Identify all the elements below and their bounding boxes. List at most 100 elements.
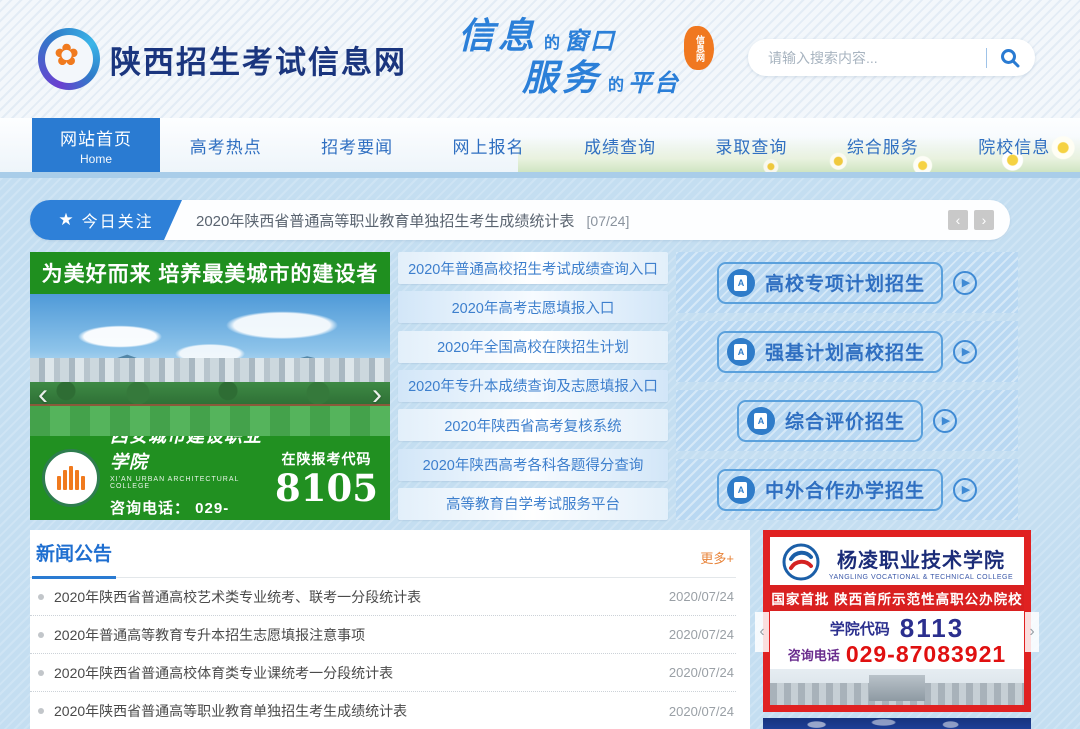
news-item-text: 2020年普通高等教育专升本招生志愿填报注意事项 [54, 625, 657, 645]
quick-link[interactable]: 2020年全国高校在陕招生计划 [398, 331, 668, 363]
nav-home-sub: Home [80, 152, 112, 166]
special-admission-button: A 高校专项计划招生 [717, 262, 943, 304]
ticker-date: [07/24] [587, 213, 630, 229]
chevron-left-icon: ‹ [956, 213, 961, 227]
nav-item[interactable]: 网上报名 [423, 118, 554, 172]
campus-photo: ‹ › [30, 294, 390, 436]
special-admission-label: 强基计划高校招生 [765, 338, 925, 365]
bullet-icon [38, 708, 44, 714]
carousel-college-footer: 西安城市建设职业学院 XI'AN URBAN ARCHITECTURAL COL… [30, 436, 390, 520]
college-ad-banner[interactable]: 杨凌职业技术学院 YANGLING VOCATIONAL & TECHNICAL… [763, 530, 1031, 712]
news-list: 2020年陕西省普通高校艺术类专业统考、联考一分段统计表 2020/07/24 … [30, 578, 736, 729]
news-list-item[interactable]: 2020年陕西省普通高校艺术类专业统考、联考一分段统计表 2020/07/24 [30, 578, 736, 616]
ticker-headline[interactable]: 2020年陕西省普通高等职业教育单独招生考生成绩统计表 [07/24] [196, 210, 948, 231]
college-phone: 咨询电话： 029-89026666 [110, 497, 265, 521]
today-focus-pill[interactable]: ★ 今日关注 [30, 200, 182, 240]
trees-graphic [30, 382, 390, 404]
search-button[interactable] [997, 45, 1023, 71]
nav-item[interactable]: 院校信息 [949, 118, 1080, 172]
carousel-next-icon[interactable]: › [372, 380, 382, 410]
quick-link[interactable]: 2020年普通高校招生考试成绩查询入口 [398, 252, 668, 284]
ad-code-value: 8113 [900, 613, 964, 644]
carousel-prev-icon[interactable]: ‹ [38, 380, 48, 410]
search-icon [999, 47, 1021, 69]
ad-building-photo [770, 669, 1024, 705]
special-admission-button: A 中外合作办学招生 [717, 469, 943, 511]
college-code: 8105 [275, 469, 378, 508]
special-admission-card[interactable]: A 综合评价招生 ▶ [676, 390, 1018, 451]
ad-phone-label: 咨询电话 [788, 645, 840, 664]
flower-icon: ✿ [54, 38, 79, 73]
ad-tagline: 国家首批 陕西首所示范性高职公办院校 [770, 585, 1024, 611]
special-admission-label: 中外合作办学招生 [765, 476, 925, 503]
news-list-item[interactable]: 2020年陕西省普通高校体育类专业课统考一分段统计表 2020/07/24 [30, 654, 736, 692]
nav-item[interactable]: 录取查询 [686, 118, 817, 172]
carousel-banner-text: 为美好而来 培养最美城市的建设者 [30, 252, 390, 294]
ad-college-name-en: YANGLING VOCATIONAL & TECHNICAL COLLEGE [829, 574, 1013, 581]
yangling-logo-icon [781, 542, 821, 582]
special-admission-card[interactable]: A 高校专项计划招生 ▶ [676, 252, 1018, 313]
special-admission-button: A 综合评价招生 [737, 400, 923, 442]
quick-link[interactable]: 2020年专升本成绩查询及志愿填报入口 [398, 370, 668, 402]
document-icon: A [727, 269, 755, 297]
nav-item[interactable]: 综合服务 [817, 118, 948, 172]
seal-stamp: 信息网 [684, 26, 714, 70]
document-icon: A [727, 476, 755, 504]
news-list-item[interactable]: 2020年普通高等教育专升本招生志愿填报注意事项 2020/07/24 [30, 616, 736, 654]
news-item-text: 2020年陕西省普通高等职业教育单独招生考生成绩统计表 [54, 701, 657, 721]
ticker-controls: ‹ › [948, 210, 994, 230]
quick-link[interactable]: 高等教育自学考试服务平台 [398, 488, 668, 520]
today-focus-bar: ★ 今日关注 2020年陕西省普通高等职业教育单独招生考生成绩统计表 [07/2… [30, 200, 1010, 240]
today-focus-label: 今日关注 [82, 208, 154, 232]
ad-prev-icon[interactable]: ‹ [755, 612, 769, 652]
ticker-next-button[interactable]: › [974, 210, 994, 230]
slogan-line1-small: 的 [544, 36, 560, 52]
ad-next-icon[interactable]: › [1025, 612, 1039, 652]
college-emblem-icon [42, 449, 100, 507]
star-icon: ★ [58, 210, 73, 230]
ad-phone-value: 029-87083921 [846, 641, 1006, 668]
site-logo[interactable]: ✿ 陕西招生考试信息网 [38, 28, 407, 90]
main-content: 为美好而来 培养最美城市的建设者 ‹ › 西安城市建设职业学院 XI'AN UR… [30, 252, 1050, 520]
slogan-line2-big: 服务 [522, 60, 602, 96]
nav-item-home[interactable]: 网站首页 Home [32, 118, 160, 172]
search-divider [986, 48, 987, 68]
news-more-link[interactable]: 更多+ [700, 548, 734, 577]
search-input[interactable] [768, 50, 976, 66]
ticker-headline-text: 2020年陕西省普通高等职业教育单独招生考生成绩统计表 [196, 213, 574, 230]
news-item-date: 2020/07/24 [669, 589, 734, 604]
nav-divider-strip [0, 172, 1080, 178]
quick-link[interactable]: 2020年高考志愿填报入口 [398, 291, 668, 323]
ticker-prev-button[interactable]: ‹ [948, 210, 968, 230]
nav-item[interactable]: 高考热点 [160, 118, 291, 172]
slogan-line2-small: 的 [608, 78, 624, 94]
city-skyline-graphic [30, 358, 390, 384]
main-nav: 网站首页 Home 高考热点 招考要闻 网上报名 成绩查询 录取查询 综合服务 … [0, 118, 1080, 172]
ad-college-name: 杨凌职业技术学院 [829, 544, 1013, 573]
quick-link[interactable]: 2020年陕西高考各科各题得分查询 [398, 449, 668, 481]
slogan-line1-big: 信息 [458, 18, 538, 54]
slogan-line2-rest: 平台 [628, 71, 680, 95]
news-item-date: 2020/07/24 [669, 627, 734, 642]
header: ✿ 陕西招生考试信息网 信息 的 窗口 服务 的 平台 信息网 [0, 0, 1080, 118]
quick-links: 2020年普通高校招生考试成绩查询入口 2020年高考志愿填报入口 2020年全… [398, 252, 668, 520]
nav-item[interactable]: 成绩查询 [554, 118, 685, 172]
bullet-icon [38, 594, 44, 600]
news-list-item[interactable]: 2020年陕西省普通高等职业教育单独招生考生成绩统计表 2020/07/24 [30, 692, 736, 729]
nav-home-label: 网站首页 [60, 125, 132, 150]
arrow-circle-icon: ▶ [953, 478, 977, 502]
arrow-circle-icon: ▶ [933, 409, 957, 433]
ad-code-label: 学院代码 [830, 618, 890, 639]
search-box [748, 39, 1035, 76]
quick-link[interactable]: 2020年陕西省高考复核系统 [398, 409, 668, 441]
news-panel: 新闻公告 更多+ 2020年陕西省普通高校艺术类专业统考、联考一分段统计表 20… [30, 530, 750, 729]
site-name: 陕西招生考试信息网 [110, 37, 407, 82]
news-item-date: 2020/07/24 [669, 704, 734, 719]
document-icon: A [747, 407, 775, 435]
special-admission-card[interactable]: A 中外合作办学招生 ▶ [676, 459, 1018, 520]
site-logo-icon: ✿ [38, 28, 100, 90]
carousel-ad[interactable]: 为美好而来 培养最美城市的建设者 ‹ › 西安城市建设职业学院 XI'AN UR… [30, 252, 390, 520]
special-admission-card[interactable]: A 强基计划高校招生 ▶ [676, 321, 1018, 382]
arrow-circle-icon: ▶ [953, 340, 977, 364]
nav-item[interactable]: 招考要闻 [291, 118, 422, 172]
